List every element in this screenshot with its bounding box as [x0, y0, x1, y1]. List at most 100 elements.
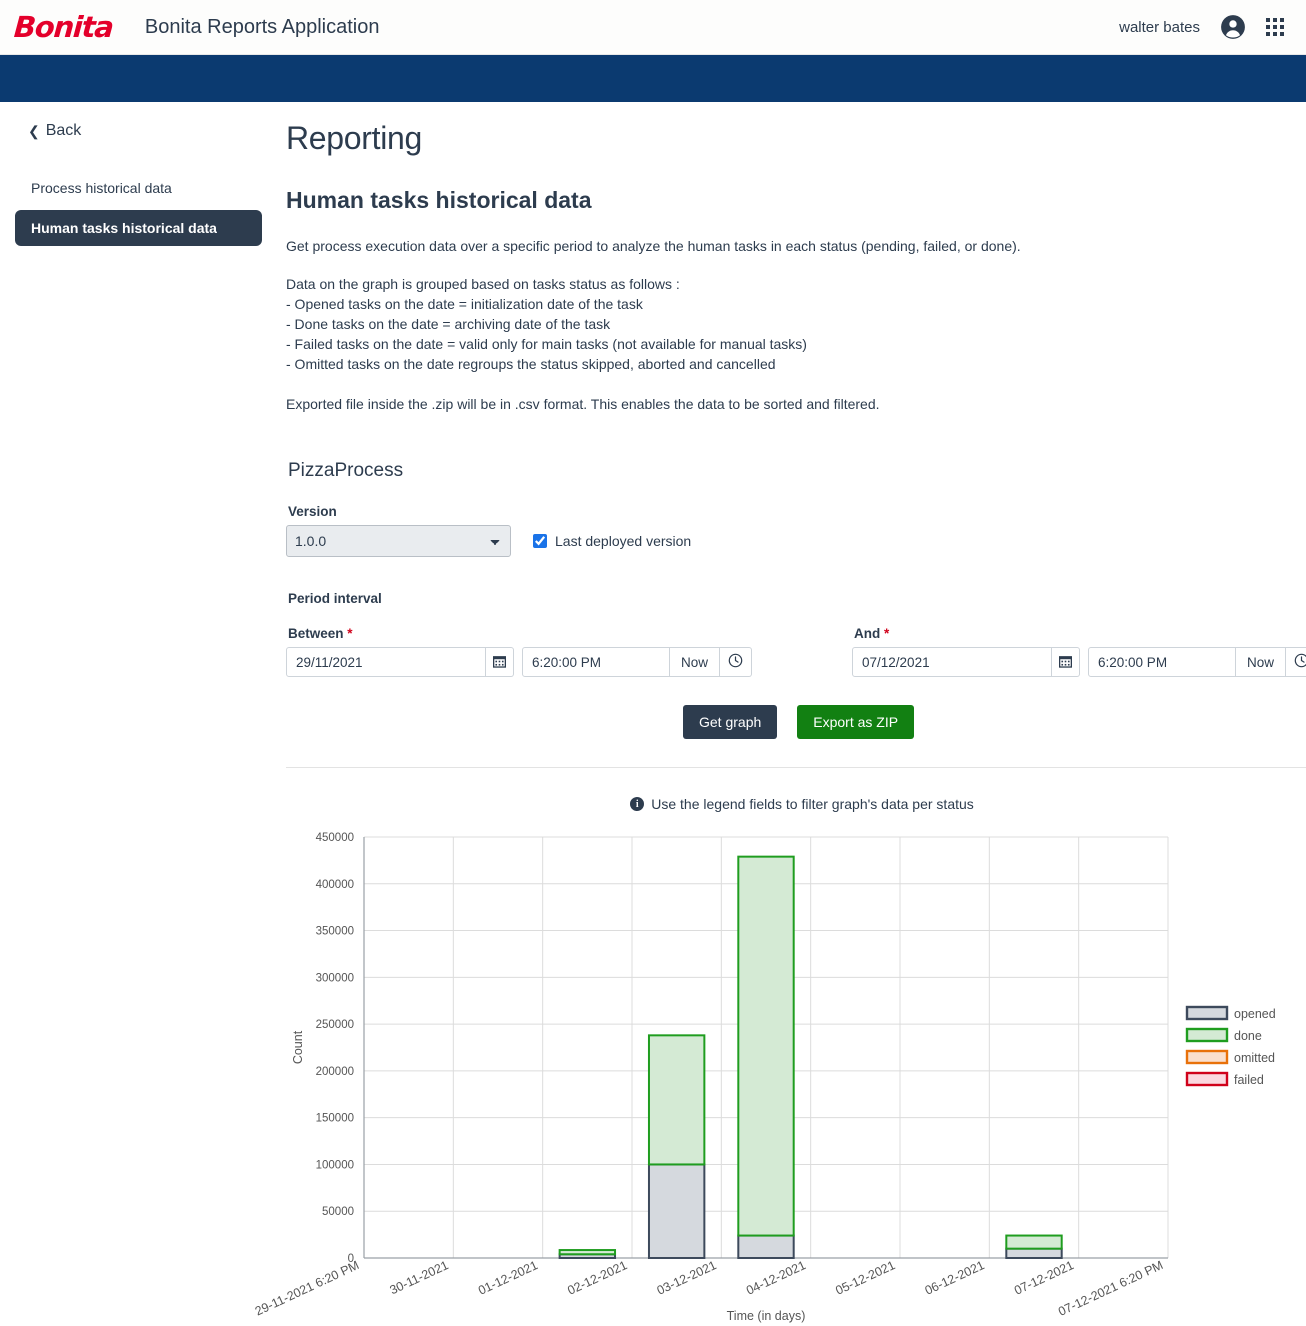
x-tick-label: 04-12-2021	[744, 1258, 808, 1298]
svg-text:02-12-2021: 02-12-2021	[565, 1258, 629, 1298]
header-right-actions: walter bates	[1119, 14, 1284, 40]
and-group: And * 07/12/2021	[852, 610, 1306, 677]
to-date-calendar-button[interactable]	[1052, 647, 1080, 677]
y-tick-label: 300000	[316, 972, 354, 984]
to-time-now-button[interactable]: Now	[1236, 647, 1286, 677]
x-tick-label: 06-12-2021	[923, 1258, 987, 1298]
last-deployed-version-toggle[interactable]: Last deployed version	[533, 533, 691, 549]
legend-swatch-omitted[interactable]	[1187, 1051, 1227, 1063]
graph-hint: i Use the legend fields to filter graph'…	[286, 796, 1306, 812]
between-controls: 29/11/2021	[286, 647, 752, 677]
x-tick-label: 05-12-2021	[833, 1258, 897, 1298]
x-axis-title: Time (in days)	[727, 1309, 806, 1323]
calendar-icon	[493, 655, 506, 670]
grouping-line-omitted: - Omitted tasks on the date regroups the…	[286, 354, 1306, 374]
last-deployed-version-checkbox[interactable]	[533, 534, 547, 548]
sidebar-item-human-tasks-historical-data[interactable]: Human tasks historical data	[15, 210, 262, 246]
svg-text:04-12-2021: 04-12-2021	[744, 1258, 808, 1298]
to-time-input[interactable]: 6:20:00 PM	[1088, 647, 1236, 677]
required-marker: *	[347, 626, 352, 641]
svg-text:03-12-2021: 03-12-2021	[655, 1258, 719, 1298]
process-name: PizzaProcess	[288, 460, 1306, 482]
grouping-intro: Data on the graph is grouped based on ta…	[286, 274, 1306, 294]
legend-label-done[interactable]: done	[1234, 1029, 1262, 1043]
bar-segment-done[interactable]	[649, 1035, 704, 1164]
sidebar-menu: Process historical data Human tasks hist…	[0, 170, 280, 246]
y-tick-label: 250000	[316, 1019, 354, 1031]
sidebar-item-process-historical-data[interactable]: Process historical data	[15, 170, 262, 206]
bar-segment-done[interactable]	[738, 857, 793, 1236]
legend-swatch-opened[interactable]	[1187, 1007, 1227, 1019]
y-tick-label: 350000	[316, 926, 354, 938]
bar-segment-done[interactable]	[1006, 1236, 1061, 1249]
x-tick-label: 30-11-2021	[388, 1258, 451, 1297]
last-deployed-version-label: Last deployed version	[555, 533, 691, 549]
from-date-calendar-button[interactable]	[486, 647, 514, 677]
legend-label-failed[interactable]: failed	[1234, 1073, 1264, 1087]
x-tick-label: 29-11-2021 6:20 PM	[253, 1258, 361, 1318]
page-title: Reporting	[286, 120, 1306, 157]
bar-segment-opened[interactable]	[649, 1164, 704, 1258]
x-tick-label: 07-12-2021	[1012, 1258, 1076, 1298]
section-divider	[286, 767, 1306, 768]
to-date-input[interactable]: 07/12/2021	[852, 647, 1052, 677]
from-time-now-button[interactable]: Now	[670, 647, 720, 677]
between-label: Between *	[288, 626, 752, 641]
legend-label-omitted[interactable]: omitted	[1234, 1051, 1275, 1065]
bar-segment-opened[interactable]	[738, 1236, 793, 1258]
back-label: Back	[46, 122, 82, 140]
sidebar: ❮ Back Process historical data Human tas…	[0, 102, 280, 812]
x-tick-label: 03-12-2021	[655, 1258, 719, 1298]
apps-grid-icon[interactable]	[1266, 18, 1284, 36]
svg-text:29-11-2021 6:20 PM: 29-11-2021 6:20 PM	[253, 1258, 361, 1318]
user-circle-icon[interactable]	[1220, 14, 1246, 40]
from-date-input[interactable]: 29/11/2021	[286, 647, 486, 677]
chevron-left-icon: ❮	[28, 124, 40, 138]
y-tick-label: 100000	[316, 1159, 354, 1171]
x-tick-label: 01-12-2021	[476, 1258, 540, 1298]
page-body: ❮ Back Process historical data Human tas…	[0, 102, 1306, 812]
bar-segment-opened[interactable]	[1006, 1249, 1061, 1258]
and-controls: 07/12/2021	[852, 647, 1306, 677]
from-time-clock-button[interactable]	[720, 647, 752, 677]
human-tasks-bar-chart[interactable]: 0500001000001500002000002500003000003500…	[0, 826, 1306, 1326]
required-marker: *	[884, 626, 889, 641]
svg-text:06-12-2021: 06-12-2021	[923, 1258, 987, 1298]
intro-text: Get process execution data over a specif…	[286, 236, 1306, 256]
y-tick-label: 200000	[316, 1066, 354, 1078]
export-as-zip-button[interactable]: Export as ZIP	[797, 705, 914, 739]
svg-text:07-12-2021: 07-12-2021	[1012, 1258, 1076, 1298]
x-tick-label: 02-12-2021	[565, 1258, 629, 1298]
get-graph-button[interactable]: Get graph	[683, 705, 777, 739]
between-group: Between * 29/11/2021	[286, 610, 752, 677]
y-tick-label: 50000	[322, 1206, 354, 1218]
section-title: Human tasks historical data	[286, 187, 1306, 214]
y-tick-label: 450000	[316, 832, 354, 844]
svg-text:30-11-2021: 30-11-2021	[388, 1258, 451, 1297]
sidebar-item-label: Human tasks historical data	[31, 220, 217, 236]
and-label: And *	[854, 626, 1306, 641]
version-label: Version	[288, 504, 1306, 519]
back-link[interactable]: ❮ Back	[0, 122, 280, 140]
version-select[interactable]: 1.0.0	[286, 525, 511, 557]
app-title: Bonita Reports Application	[145, 16, 380, 39]
legend-swatch-done[interactable]	[1187, 1029, 1227, 1041]
from-time-input[interactable]: 6:20:00 PM	[522, 647, 670, 677]
to-time-clock-button[interactable]	[1286, 647, 1306, 677]
and-text: And	[854, 626, 880, 641]
bar-segment-done[interactable]	[560, 1250, 615, 1254]
chart-container: 0500001000001500002000002500003000003500…	[0, 826, 1306, 1306]
y-axis-title: Count	[291, 1030, 305, 1064]
period-interval-label: Period interval	[288, 591, 1306, 606]
calendar-icon	[1059, 655, 1072, 670]
grouping-line-failed: - Failed tasks on the date = valid only …	[286, 334, 1306, 354]
main-content: Reporting Human tasks historical data Ge…	[280, 102, 1306, 812]
legend-swatch-failed[interactable]	[1187, 1073, 1227, 1085]
legend-label-opened[interactable]: opened	[1234, 1007, 1276, 1021]
action-buttons: Get graph Export as ZIP	[683, 705, 1306, 739]
info-icon: i	[630, 797, 644, 811]
sidebar-item-label: Process historical data	[31, 180, 172, 196]
y-tick-label: 400000	[316, 879, 354, 891]
svg-text:01-12-2021: 01-12-2021	[476, 1258, 540, 1298]
svg-text:05-12-2021: 05-12-2021	[833, 1258, 897, 1298]
